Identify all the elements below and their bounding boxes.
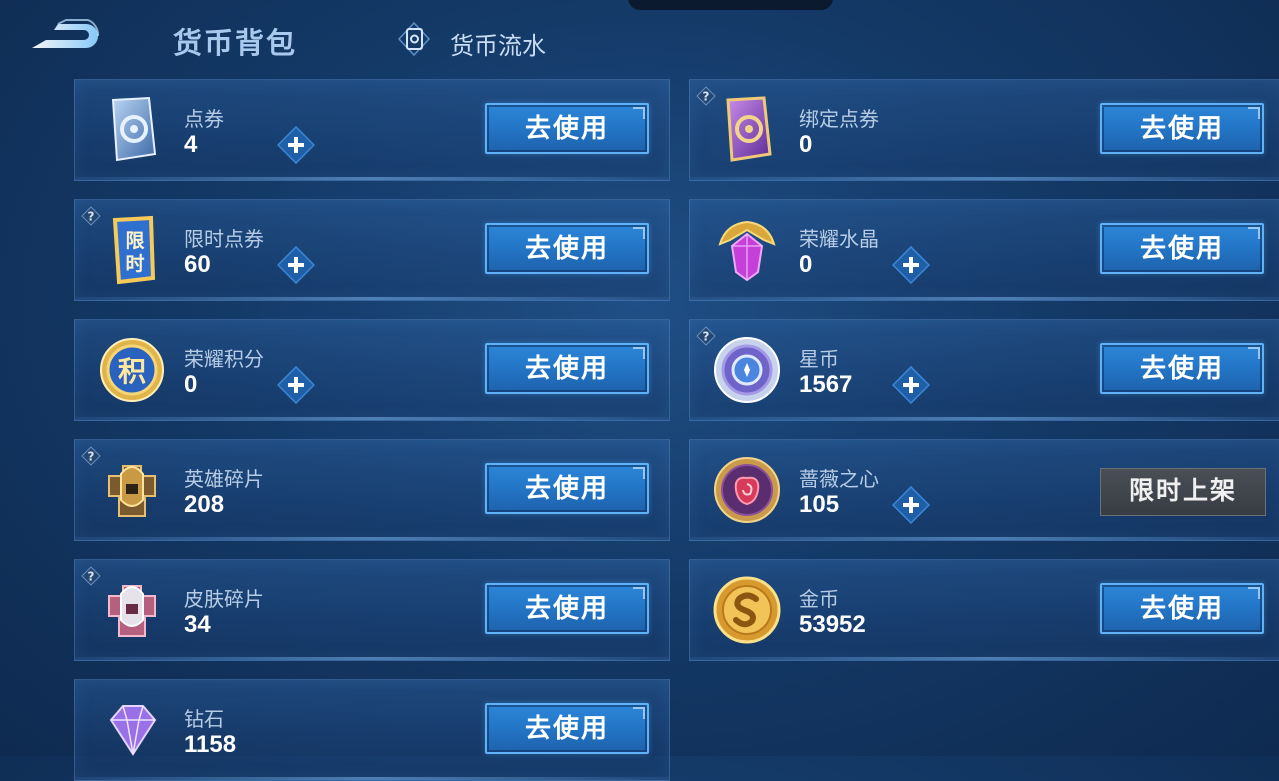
use-gold-coin-button[interactable]: 去使用 (1100, 583, 1264, 634)
currency-card-glory-crystal: 荣耀水晶 0 去使用 (689, 199, 1279, 301)
item-name: 限时点券 (184, 229, 264, 251)
currency-card-gold-coin: 金币 53952 去使用 (689, 559, 1279, 661)
svg-text:?: ? (88, 210, 95, 224)
currency-card-coupon: 点券 4 去使用 (74, 79, 670, 181)
item-count: 60 (184, 251, 211, 278)
svg-text:时: 时 (125, 253, 144, 275)
top-bar: 货币背包 货币流水 (0, 0, 1279, 70)
item-count: 4 (184, 131, 198, 158)
use-star-coin-button[interactable]: 去使用 (1100, 343, 1264, 394)
glory-crystal-icon (718, 220, 776, 282)
currency-card-diamond: 钻石 1158 去使用 (74, 679, 670, 781)
currency-card-star-coin: ? 星币 1567 去使用 (689, 319, 1279, 421)
svg-text:?: ? (88, 570, 95, 584)
item-count: 0 (799, 251, 813, 278)
use-diamond-button[interactable]: 去使用 (485, 703, 649, 754)
limited-release-badge: 限时上架 (1100, 468, 1266, 516)
item-name: 英雄碎片 (184, 469, 264, 491)
gold-coin-icon (713, 576, 781, 644)
svg-text:积: 积 (118, 355, 146, 388)
item-name: 荣耀水晶 (799, 229, 879, 251)
use-glory-crystal-button[interactable]: 去使用 (1100, 223, 1264, 274)
item-name: 金币 (799, 589, 839, 611)
add-rose-heart-plus-icon[interactable] (892, 486, 930, 524)
item-name: 钻石 (184, 709, 224, 731)
item-count: 208 (184, 491, 225, 518)
svg-text:限: 限 (125, 230, 144, 252)
ledger-icon (397, 22, 431, 56)
item-count: 34 (184, 611, 211, 638)
use-limited-coupon-button[interactable]: 去使用 (485, 223, 649, 274)
back-arrow-icon (32, 19, 100, 48)
page-title: 货币背包 (173, 28, 298, 60)
bound-coupon-card-icon (726, 96, 772, 162)
item-name: 点券 (184, 109, 224, 131)
skin-fragment-icon (108, 585, 156, 637)
add-glory-points-plus-icon[interactable] (277, 366, 315, 404)
rose-heart-icon (714, 457, 780, 523)
add-star-coin-plus-icon[interactable] (892, 366, 930, 404)
currency-flow-label: 货币流水 (450, 33, 546, 60)
item-count: 0 (184, 371, 198, 398)
item-count: 1158 (184, 731, 237, 758)
item-count: 105 (799, 491, 840, 518)
svg-text:?: ? (703, 90, 710, 104)
use-glory-points-button[interactable]: 去使用 (485, 343, 649, 394)
item-count: 53952 (799, 611, 866, 638)
item-name: 荣耀积分 (184, 349, 264, 371)
limited-coupon-icon: 限 时 (112, 215, 156, 285)
hero-fragment-icon (108, 465, 156, 517)
svg-text:?: ? (88, 450, 95, 464)
coupon-card-icon (111, 96, 157, 162)
item-name: 星币 (799, 349, 839, 371)
item-count: 1567 (799, 371, 853, 398)
currency-card-glory-points: 积 荣耀积分 0 去使用 (74, 319, 670, 421)
currency-card-rose-heart: 蔷薇之心 105 限时上架 (689, 439, 1279, 541)
currency-card-skin-fragment: ? 皮肤碎片 34 去使用 (74, 559, 670, 661)
use-hero-fragment-button[interactable]: 去使用 (485, 463, 649, 514)
currency-card-bound-coupon: ? 绑定点券 0 去使用 (689, 79, 1279, 181)
currency-card-limited-coupon: ? 限 时 限时点券 60 去使用 (74, 199, 670, 301)
item-count: 0 (799, 131, 813, 158)
star-coin-icon (714, 337, 780, 403)
back-button[interactable] (28, 16, 100, 56)
diamond-icon (109, 705, 157, 756)
add-limited-coupon-plus-icon[interactable] (277, 246, 315, 284)
item-name: 蔷薇之心 (799, 469, 879, 491)
item-name: 绑定点券 (799, 109, 879, 131)
currency-card-hero-fragment: ? 英雄碎片 208 去使用 (74, 439, 670, 541)
add-coupon-plus-icon[interactable] (277, 126, 315, 164)
svg-text:?: ? (703, 330, 710, 344)
use-skin-fragment-button[interactable]: 去使用 (485, 583, 649, 634)
item-name: 皮肤碎片 (184, 589, 264, 611)
use-coupon-button[interactable]: 去使用 (485, 103, 649, 154)
add-glory-crystal-plus-icon[interactable] (892, 246, 930, 284)
use-bound-coupon-button[interactable]: 去使用 (1100, 103, 1264, 154)
glory-points-icon: 积 (100, 338, 164, 402)
